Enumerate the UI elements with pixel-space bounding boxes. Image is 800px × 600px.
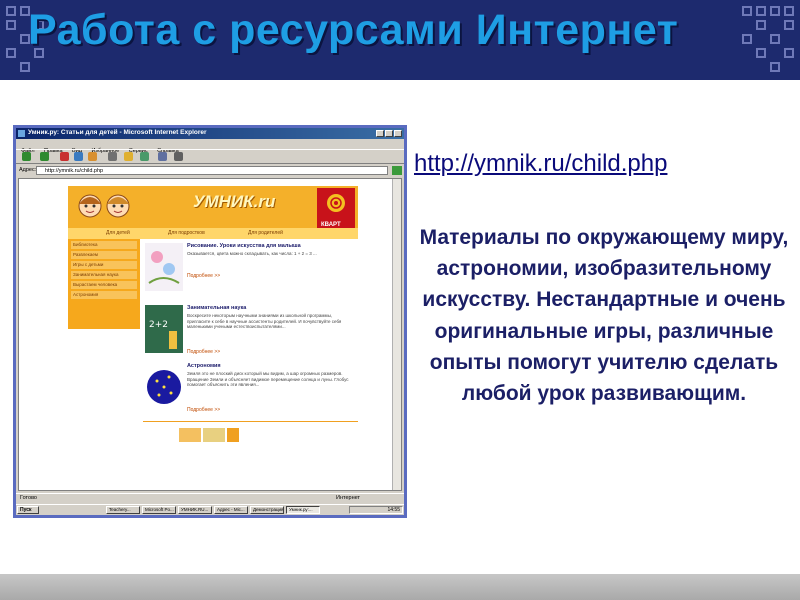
task-button[interactable]: Teachery...	[106, 506, 140, 514]
decor-square	[6, 48, 16, 58]
status-bar: Готово Интернет	[16, 493, 404, 504]
article-astronomy: Астрономия Земля это не плоский диск кот…	[143, 363, 358, 421]
sidebar-item-astronomy[interactable]: Астрономия	[71, 291, 137, 299]
sidebar-item-growing[interactable]: Вырастаем человека	[71, 281, 137, 289]
browser-toolbar	[16, 149, 404, 164]
article-more-link[interactable]: Подробнее >>	[187, 349, 220, 355]
kids-illustration	[78, 194, 130, 218]
article-drawing: Рисование. Уроки искусства для малыша Ок…	[143, 243, 358, 301]
start-button[interactable]: Пуск	[17, 506, 39, 514]
sidebar-item-science[interactable]: Занимательная наука	[71, 271, 137, 279]
science-picture: 2+2	[145, 305, 183, 353]
task-button[interactable]: Демонстрация...	[250, 506, 284, 514]
site-logo[interactable]: УМНИК.ru	[193, 192, 275, 212]
slide-header: Работа с ресурсами Интернет	[0, 0, 800, 80]
maximize-button[interactable]	[385, 130, 393, 137]
decor-square	[784, 6, 794, 16]
back-icon[interactable]	[22, 152, 31, 161]
astronomy-picture	[145, 363, 183, 411]
nav-kids[interactable]: Для детей	[106, 230, 130, 236]
partner-badges[interactable]	[179, 427, 239, 443]
article-text: Воскресите некоторым научными знаниями и…	[187, 313, 342, 329]
taskbar: Пуск Teachery... Microsoft Po... УМНИК.R…	[16, 504, 404, 515]
article-text: Оказывается, цвета можно складывать, как…	[187, 251, 317, 256]
home-icon[interactable]	[88, 152, 97, 161]
article-heading[interactable]: Рисование. Уроки искусства для малыша	[187, 243, 301, 249]
page-scrollbar[interactable]	[392, 179, 401, 490]
clock: 14:55	[349, 506, 403, 514]
refresh-icon[interactable]	[74, 152, 83, 161]
site-url-link[interactable]: http://ymnik.ru/child.php	[414, 150, 667, 178]
decor-square	[6, 20, 16, 30]
article-science: 2+2 Занимательная наука Воскресите некот…	[143, 305, 358, 363]
kvart-logo[interactable]: КВАРТ	[317, 188, 355, 230]
task-button[interactable]: Microsoft Po...	[142, 506, 176, 514]
page-viewport: УМНИК.ru КВАРТ Для детей Для подростков …	[18, 178, 402, 491]
ie-icon	[18, 130, 25, 137]
address-label: Адрес:	[19, 167, 37, 173]
address-input[interactable]: http://ymnik.ru/child.php	[36, 166, 388, 175]
search-icon[interactable]	[108, 152, 117, 161]
task-button[interactable]: УМНИК.RU...	[178, 506, 212, 514]
svg-text:2+2: 2+2	[149, 320, 168, 330]
task-button-active[interactable]: Умник.ру:...	[286, 506, 320, 514]
favorites-icon[interactable]	[124, 152, 133, 161]
browser-window: Умник.ру: Статьи для детей - Microsoft I…	[16, 128, 404, 515]
sidebar-item-library[interactable]: Библиотека	[71, 241, 137, 249]
menu-bar: Файл Правка Вид Избранное Сервис Справка	[16, 139, 404, 154]
print-icon[interactable]	[174, 152, 183, 161]
forward-icon[interactable]	[40, 152, 49, 161]
article-text: Земля это не плоский диск который мы вид…	[187, 371, 349, 387]
article-more-link[interactable]: Подробнее >>	[187, 273, 220, 279]
browser-title: Умник.ру: Статьи для детей - Microsoft I…	[28, 129, 207, 136]
site-banner: УМНИК.ru КВАРТ	[68, 186, 358, 230]
minimize-button[interactable]	[376, 130, 384, 137]
task-button[interactable]: Адрес - Mic...	[214, 506, 248, 514]
decor-square	[770, 62, 780, 72]
close-button[interactable]	[394, 130, 402, 137]
mail-icon[interactable]	[158, 152, 167, 161]
nav-parents[interactable]: Для родителей	[248, 230, 283, 236]
address-bar: Адрес: http://ymnik.ru/child.php	[16, 165, 404, 177]
slide-title: Работа с ресурсами Интернет	[28, 6, 679, 54]
browser-titlebar[interactable]: Умник.ру: Статьи для детей - Microsoft I…	[16, 128, 404, 139]
decor-square	[784, 48, 794, 58]
decor-square	[756, 20, 766, 30]
browser-screenshot: Умник.ру: Статьи для детей - Microsoft I…	[13, 125, 407, 518]
content-divider	[143, 421, 358, 422]
decor-square	[756, 48, 766, 58]
snail-icon	[327, 194, 345, 212]
article-heading[interactable]: Занимательная наука	[187, 305, 246, 311]
article-more-link[interactable]: Подробнее >>	[187, 407, 220, 413]
decor-square	[784, 20, 794, 30]
drawing-picture	[145, 243, 183, 291]
decor-square	[770, 6, 780, 16]
history-icon[interactable]	[140, 152, 149, 161]
status-text: Готово	[20, 495, 37, 501]
article-heading[interactable]: Астрономия	[187, 363, 221, 369]
decor-square	[742, 6, 752, 16]
sidebar-item-fun[interactable]: Развлекаем	[71, 251, 137, 259]
go-icon[interactable]	[392, 166, 402, 175]
stop-icon[interactable]	[60, 152, 69, 161]
nav-teens[interactable]: Для подростков	[168, 230, 205, 236]
slide-footer	[0, 574, 800, 600]
sidebar-item-games[interactable]: Игры с детьми	[71, 261, 137, 269]
zone-text: Интернет	[336, 495, 360, 501]
decor-square	[770, 34, 780, 44]
decor-square	[756, 6, 766, 16]
slide-description: Материалы по окружающему миру, астрономи…	[419, 226, 789, 406]
site-nav: Для детей Для подростков Для родителей	[68, 228, 358, 239]
decor-square	[6, 6, 16, 16]
decor-square	[20, 62, 30, 72]
site-sidebar: Библиотека Развлекаем Игры с детьми Зани…	[68, 239, 140, 329]
decor-square	[742, 34, 752, 44]
